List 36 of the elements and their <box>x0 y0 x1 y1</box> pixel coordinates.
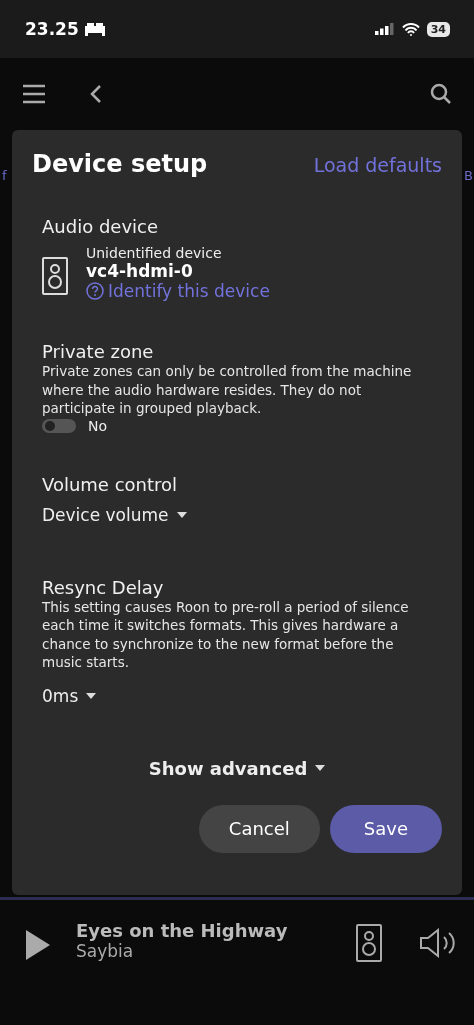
delay-dropdown[interactable]: 0ms <box>42 685 97 706</box>
caret-icon <box>315 765 326 771</box>
artist-name: Saybia <box>76 941 135 961</box>
section-heading: Volume control <box>42 473 179 495</box>
background-text: f <box>2 168 7 183</box>
status-time: 23.25 <box>25 19 79 39</box>
section-heading: Resync Delay <box>42 576 165 598</box>
search-icon[interactable] <box>430 83 452 105</box>
menu-icon[interactable] <box>22 84 46 104</box>
toggle-label: No <box>88 417 108 434</box>
speaker-icon <box>42 257 68 295</box>
track-title: Eyes on the Highway <box>76 920 289 941</box>
bed-icon <box>82 22 107 36</box>
signal-icon <box>374 23 395 35</box>
caret-icon <box>86 692 97 699</box>
toggle-switch[interactable] <box>42 418 76 433</box>
play-icon[interactable] <box>26 930 50 960</box>
show-advanced-toggle[interactable]: Show advanced <box>148 757 326 779</box>
cancel-button[interactable]: Cancel <box>198 804 320 853</box>
battery-indicator: 34 <box>426 21 450 37</box>
section-description: This setting causes Roon to pre-roll a period of silence each time it switches formats. This gives hardware a chance to synchronize to the new format before the music starts. <box>42 598 410 672</box>
caret-icon <box>176 511 187 518</box>
section-description: Private zones can only be controlled from the machine where the audio hardware resides. They do not participate in grouped playback. <box>42 362 413 418</box>
device-name: vc4-hdmi-0 <box>86 261 194 281</box>
dialog-title: Device setup <box>32 150 208 178</box>
speaker-icon <box>356 924 382 962</box>
save-button[interactable]: Save <box>329 804 442 853</box>
wifi-icon <box>401 22 420 36</box>
help-icon <box>86 282 104 300</box>
section-heading: Private zone <box>42 341 155 362</box>
volume-icon[interactable] <box>420 928 458 958</box>
background-text: B <box>464 168 473 183</box>
volume-dropdown[interactable]: Device volume <box>42 504 187 525</box>
back-icon[interactable] <box>90 84 102 104</box>
section-heading: Audio device <box>42 216 159 237</box>
device-status: Unidentified device <box>86 245 223 261</box>
